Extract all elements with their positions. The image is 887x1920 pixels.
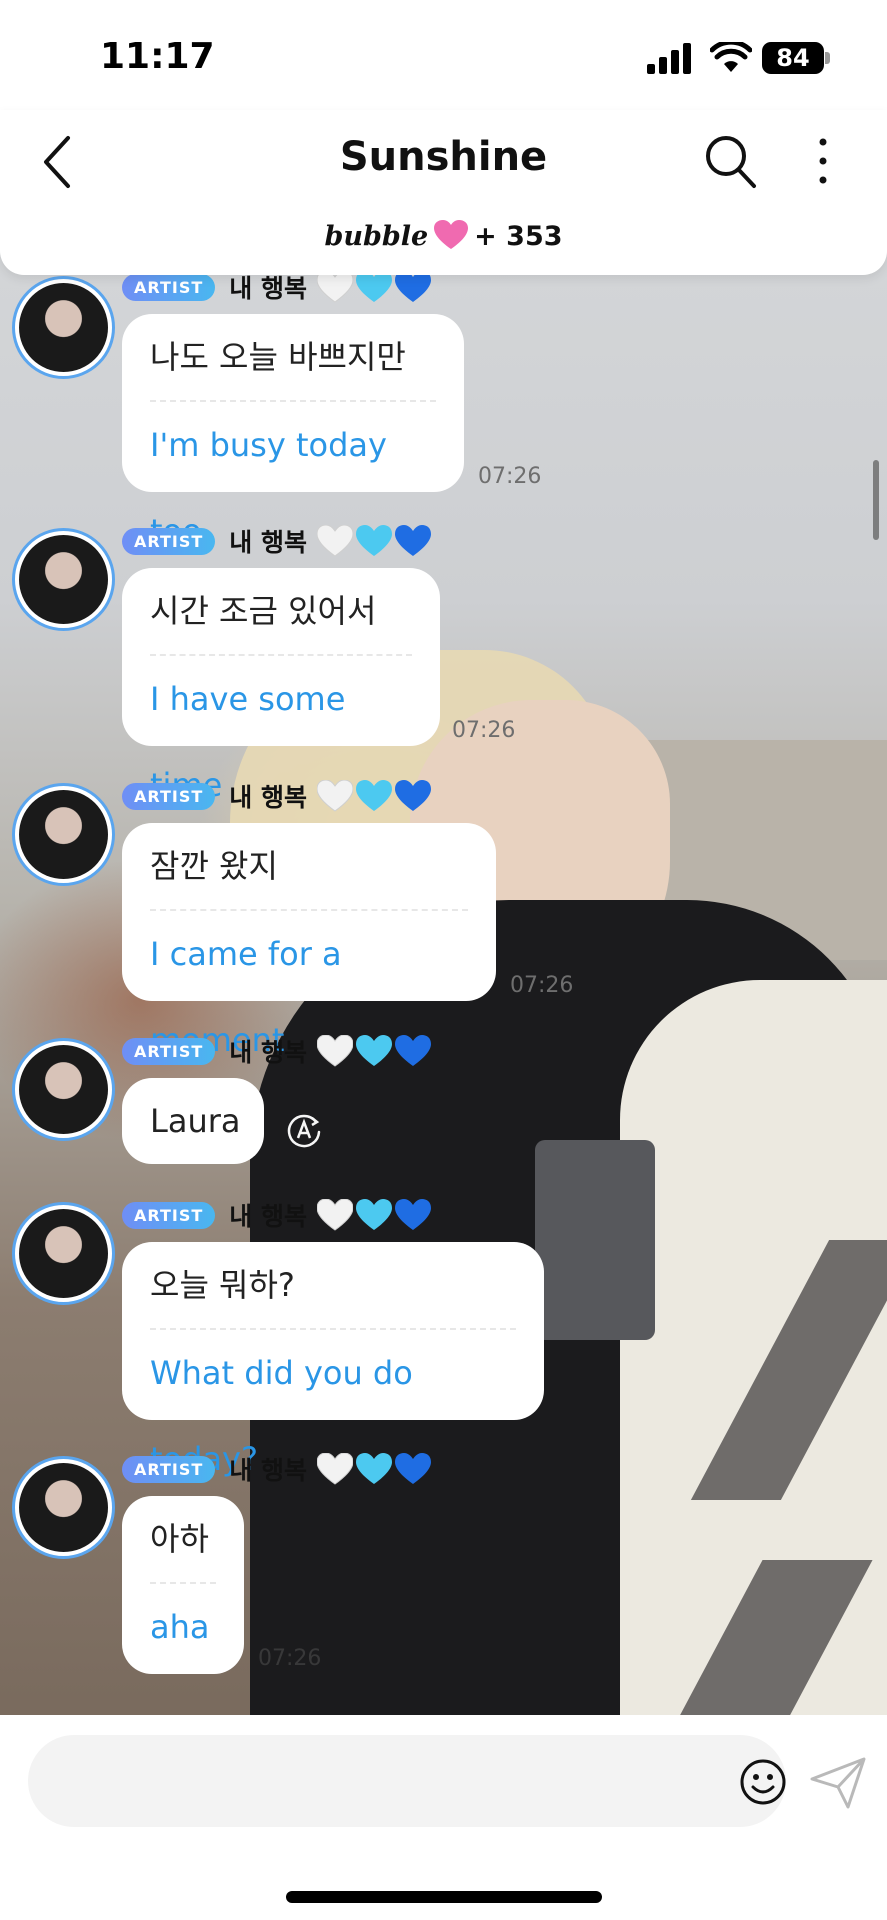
artist-badge: ARTIST [122,1455,216,1483]
cellular-signal-icon [647,43,691,74]
white-heart-icon [317,780,354,812]
battery-cap [825,52,830,64]
more-options-icon[interactable] [808,132,838,190]
search-icon[interactable] [702,132,758,190]
sender-line: ARTIST 내 행복 [122,524,434,558]
message-time: 07:26 [258,1646,322,1671]
auto-translate-icon[interactable] [284,1110,324,1150]
sender-line: ARTIST 내 행복 [122,1198,434,1232]
subscriber-count: + 353 [474,221,563,252]
battery-indicator: 84 [762,42,824,74]
artist-badge: ARTIST [122,782,216,810]
sender-nickname: 내 행복 [229,1038,308,1067]
send-icon[interactable] [808,1755,868,1811]
light-blue-heart-icon [356,1035,393,1066]
artist-avatar[interactable] [12,1038,115,1141]
sender-line: ARTIST 내 행복 [122,779,434,813]
scroll-indicator[interactable] [873,460,879,540]
sender-line: ARTIST 내 행복 [122,270,434,304]
sender-line: ARTIST 내 행복 [122,1034,434,1068]
artist-badge: ARTIST [122,273,216,301]
message-original-text: Laura [150,1102,241,1140]
message-translation-text: I'm busy today too [150,426,387,550]
message-time: 07:26 [510,973,574,998]
status-bar: 11:17 84 [0,0,887,110]
light-blue-heart-icon [356,525,393,556]
blue-heart-icon [395,1453,432,1484]
artist-avatar[interactable] [12,528,115,631]
emoji-icon[interactable] [738,1757,788,1807]
message-bubble[interactable]: 아하 aha [122,1496,244,1674]
white-heart-icon [317,1453,354,1485]
artist-avatar[interactable] [12,276,115,379]
pink-heart-icon [434,220,469,249]
message-bubble[interactable]: 시간 조금 있어서 I have some time [122,568,440,804]
sender-nickname: 내 행복 [229,528,308,557]
blue-heart-icon [395,1199,432,1230]
message-bubble[interactable]: Laura [122,1078,264,1164]
sender-nickname: 내 행복 [229,783,308,812]
blue-heart-icon [395,525,432,556]
message-translation-text: I came for a moment [150,935,342,1059]
home-indicator [286,1891,602,1903]
light-blue-heart-icon [356,780,393,811]
sender-line: ARTIST 내 행복 [122,1452,434,1486]
blue-heart-icon [395,271,432,302]
bubble-brand: bubble [324,221,429,252]
subscription-info[interactable]: bubble + 353 [0,220,887,252]
message-translation-text: aha [150,1608,210,1646]
message-translation-text: What did you do today? [150,1354,413,1478]
sender-nickname: 내 행복 [229,1456,308,1485]
light-blue-heart-icon [356,1453,393,1484]
message-original-text: 오늘 뭐하? [150,1266,295,1304]
message-time: 07:26 [452,718,516,743]
message-bubble[interactable]: 오늘 뭐하? What did you do today? [122,1242,544,1478]
blue-heart-icon [395,780,432,811]
message-original-text: 아하 [150,1520,209,1558]
jacket-patch [535,1140,655,1340]
composer-bar [0,1715,887,1920]
message-bubble[interactable]: 잠깐 왔지 I came for a moment [122,823,496,1059]
wifi-icon [710,42,752,72]
message-original-text: 시간 조금 있어서 [150,592,377,630]
artist-avatar[interactable] [12,1202,115,1305]
artist-badge: ARTIST [122,1201,216,1229]
message-input-container[interactable] [28,1735,786,1827]
message-original-text: 잠깐 왔지 [150,847,278,885]
message-input[interactable] [58,1753,698,1809]
artist-badge: ARTIST [122,1037,216,1065]
chat-header: Sunshine bubble + 353 [0,110,887,275]
white-heart-icon [317,525,354,557]
artist-badge: ARTIST [122,527,216,555]
white-heart-icon [317,271,354,303]
white-heart-icon [317,1035,354,1067]
white-heart-icon [317,1199,354,1231]
message-bubble[interactable]: 나도 오늘 바쁘지만 I'm busy today too [122,314,464,550]
artist-avatar[interactable] [12,1456,115,1559]
blue-heart-icon [395,1035,432,1066]
light-blue-heart-icon [356,1199,393,1230]
light-blue-heart-icon [356,271,393,302]
artist-avatar[interactable] [12,783,115,886]
message-original-text: 나도 오늘 바쁘지만 [150,338,406,376]
message-time: 07:26 [478,464,542,489]
status-time: 11:17 [100,36,215,77]
sender-nickname: 내 행복 [229,1202,308,1231]
message-translation-text: I have some time [150,680,346,804]
